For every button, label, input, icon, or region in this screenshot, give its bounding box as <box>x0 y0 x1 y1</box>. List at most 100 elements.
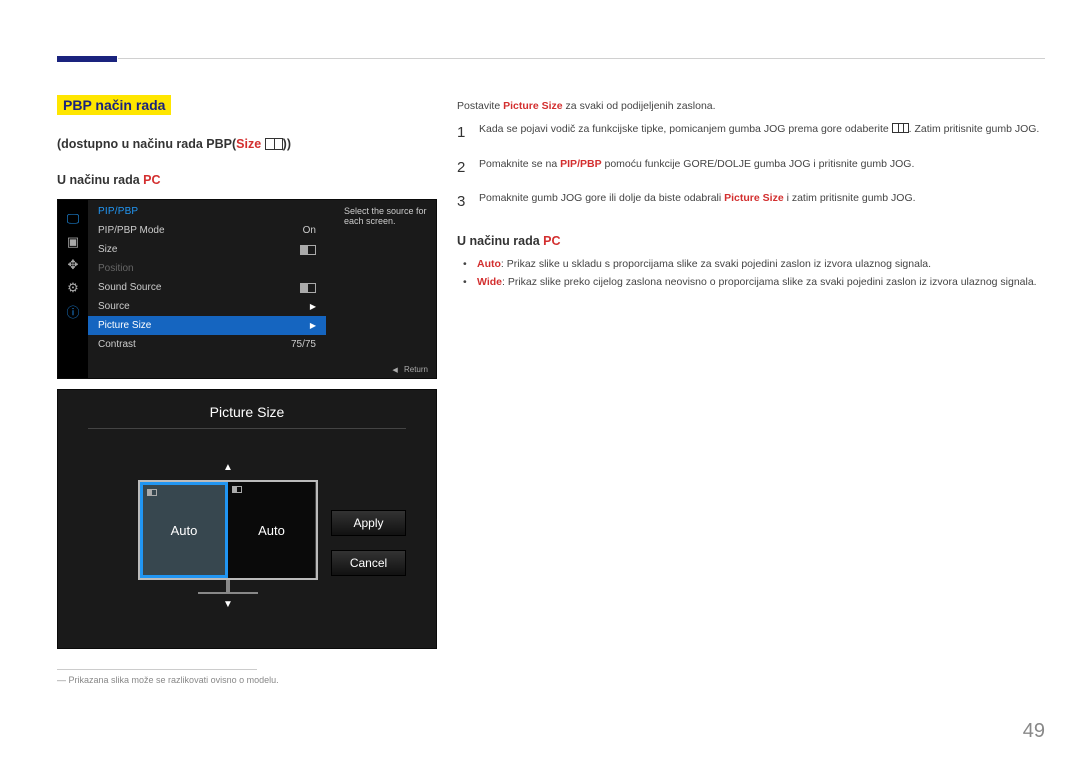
header-accent <box>57 56 117 62</box>
step2-b: PIP/PBP <box>560 158 601 170</box>
left-screen-label: Auto <box>171 523 198 538</box>
osd-mode-value: On <box>303 225 316 236</box>
intro-prefix: Postavite <box>457 100 503 112</box>
step-1: 1 Kada se pojavi vodič za funkcijske tip… <box>457 122 1040 145</box>
osd-main: PIP/PBP PIP/PBP Mode On Size Position So… <box>88 200 326 378</box>
intro-text: Postavite Picture Size za svaki od podij… <box>457 100 1040 112</box>
mini-split-icon <box>147 489 157 496</box>
footnote-marker: ― <box>57 675 66 685</box>
half-split-icon <box>300 245 316 255</box>
right-screen-label: Auto <box>258 523 285 538</box>
wide-label: Wide <box>477 276 502 288</box>
step3-a: Pomaknite gumb JOG gore ili dolje da bis… <box>479 192 724 204</box>
footnote: ― Prikazana slika može se razlikovati ov… <box>57 675 437 685</box>
mode-heading-right: U načinu rada PC <box>457 234 1040 248</box>
wide-text: : Prikaz slike preko cijelog zaslona neo… <box>502 276 1037 288</box>
step-1-text: Kada se pojavi vodič za funkcijske tipke… <box>479 122 1039 145</box>
intro-bold: Picture Size <box>503 100 563 112</box>
bullet-list: Auto: Prikaz slike u skladu s proporcija… <box>457 256 1040 292</box>
subheading-size: Size <box>236 137 261 151</box>
step-number: 1 <box>457 122 479 145</box>
mode-pc: PC <box>143 173 160 187</box>
steps-list: 1 Kada se pojavi vodič za funkcijske tip… <box>457 122 1040 214</box>
header-rule <box>118 58 1045 59</box>
chevron-left-icon: ◀ <box>392 367 397 374</box>
chevron-up-icon: ▲ <box>223 462 233 473</box>
osd-contrast-label: Contrast <box>98 339 136 350</box>
half-split-icon <box>300 283 316 293</box>
osd-return: ◀ Return <box>392 365 428 374</box>
osd-contrast-value: 75/75 <box>291 339 316 350</box>
step1-b: . Zatim pritisnite gumb JOG. <box>909 123 1040 135</box>
osd-help-text: Select the source for each screen. <box>336 200 436 378</box>
monitor-diagram: ▲ Auto Auto ▼ <box>138 480 318 580</box>
footnote-rule <box>57 669 257 670</box>
osd-row-position: Position <box>88 259 326 278</box>
monitor-icon: 🖵 <box>63 209 83 229</box>
subheading-prefix: (dostupno u načinu rada PBP( <box>57 137 236 151</box>
position-icon: ✥ <box>63 255 83 275</box>
osd-row-source: Source ▶ <box>88 297 326 316</box>
bullet-auto: Auto: Prikaz slike u skladu s proporcija… <box>477 256 1040 273</box>
osd-ps-label: Picture Size <box>98 320 151 331</box>
mini-split-icon <box>232 486 242 493</box>
step-number: 2 <box>457 157 479 180</box>
osd-row-mode: PIP/PBP Mode On <box>88 221 326 240</box>
right-column: Postavite Picture Size za svaki od podij… <box>457 100 1040 293</box>
osd-row-sound: Sound Source <box>88 278 326 297</box>
divider <box>88 428 406 429</box>
step1-a: Kada se pojavi vodič za funkcijske tipke… <box>479 123 892 135</box>
picsize-title: Picture Size <box>58 390 436 420</box>
mode-prefix-r: U načinu rada <box>457 234 543 248</box>
mode-pc-r: PC <box>543 234 560 248</box>
step-number: 3 <box>457 191 479 214</box>
step-3: 3 Pomaknite gumb JOG gore ili dolje da b… <box>457 191 1040 214</box>
osd-row-contrast: Contrast 75/75 <box>88 335 326 354</box>
osd-sound-label: Sound Source <box>98 282 161 293</box>
auto-label: Auto <box>477 258 501 270</box>
step3-b: Picture Size <box>724 192 784 204</box>
step-2: 2 Pomaknite se na PIP/PBP pomoću funkcij… <box>457 157 1040 180</box>
cancel-button[interactable]: Cancel <box>331 550 406 576</box>
osd-position-label: Position <box>98 263 134 274</box>
subheading-suffix: )) <box>283 137 291 151</box>
chevron-right-icon: ▶ <box>310 302 316 311</box>
osd-sidebar: 🖵 ▣ ✥ ⚙ ⓘ <box>58 200 88 378</box>
step3-c: i zatim pritisnite gumb JOG. <box>784 192 916 204</box>
settings-icon: ⚙ <box>63 278 83 298</box>
right-screen: Auto <box>228 482 316 578</box>
footnote-text: Prikazana slika može se razlikovati ovis… <box>69 675 279 685</box>
osd-source-label: Source <box>98 301 130 312</box>
osd-row-size: Size <box>88 240 326 259</box>
step-3-text: Pomaknite gumb JOG gore ili dolje da bis… <box>479 191 916 214</box>
pbp-split-icon <box>265 138 283 150</box>
osd-size-label: Size <box>98 244 117 255</box>
osd-menu-screenshot: 🖵 ▣ ✥ ⚙ ⓘ PIP/PBP PIP/PBP Mode On Size P… <box>57 199 437 379</box>
left-column: PBP način rada (dostupno u načinu rada P… <box>57 95 437 685</box>
section-title: PBP način rada <box>57 95 171 115</box>
menu-grid-icon <box>892 123 909 133</box>
step2-c: pomoću funkcije GORE/DOLJE gumba JOG i p… <box>602 158 915 170</box>
mode-prefix: U načinu rada <box>57 173 143 187</box>
pip-icon: ▣ <box>63 232 83 252</box>
bullet-wide: Wide: Prikaz slike preko cijelog zaslona… <box>477 274 1040 291</box>
left-screen-selected: Auto <box>140 482 228 578</box>
picture-size-screenshot: Picture Size ▲ Auto Auto ▼ Apply Cancel <box>57 389 437 649</box>
info-icon: ⓘ <box>63 301 83 321</box>
osd-mode-label: PIP/PBP Mode <box>98 225 165 236</box>
monitor-stand-icon <box>226 580 230 592</box>
osd-row-picturesize: Picture Size ▶ <box>88 316 326 335</box>
return-label: Return <box>404 365 428 374</box>
auto-text: : Prikaz slike u skladu s proporcijama s… <box>501 258 931 270</box>
action-buttons: Apply Cancel <box>331 510 406 590</box>
osd-heading: PIP/PBP <box>88 200 326 221</box>
intro-suffix: za svaki od podijeljenih zaslona. <box>563 100 716 112</box>
apply-button[interactable]: Apply <box>331 510 406 536</box>
chevron-down-icon: ▼ <box>223 599 233 610</box>
availability-subheading: (dostupno u načinu rada PBP(Size )) <box>57 137 437 151</box>
chevron-right-icon: ▶ <box>310 321 316 330</box>
page-number: 49 <box>1023 720 1045 743</box>
step2-a: Pomaknite se na <box>479 158 560 170</box>
step-2-text: Pomaknite se na PIP/PBP pomoću funkcije … <box>479 157 914 180</box>
mode-heading: U načinu rada PC <box>57 173 437 187</box>
